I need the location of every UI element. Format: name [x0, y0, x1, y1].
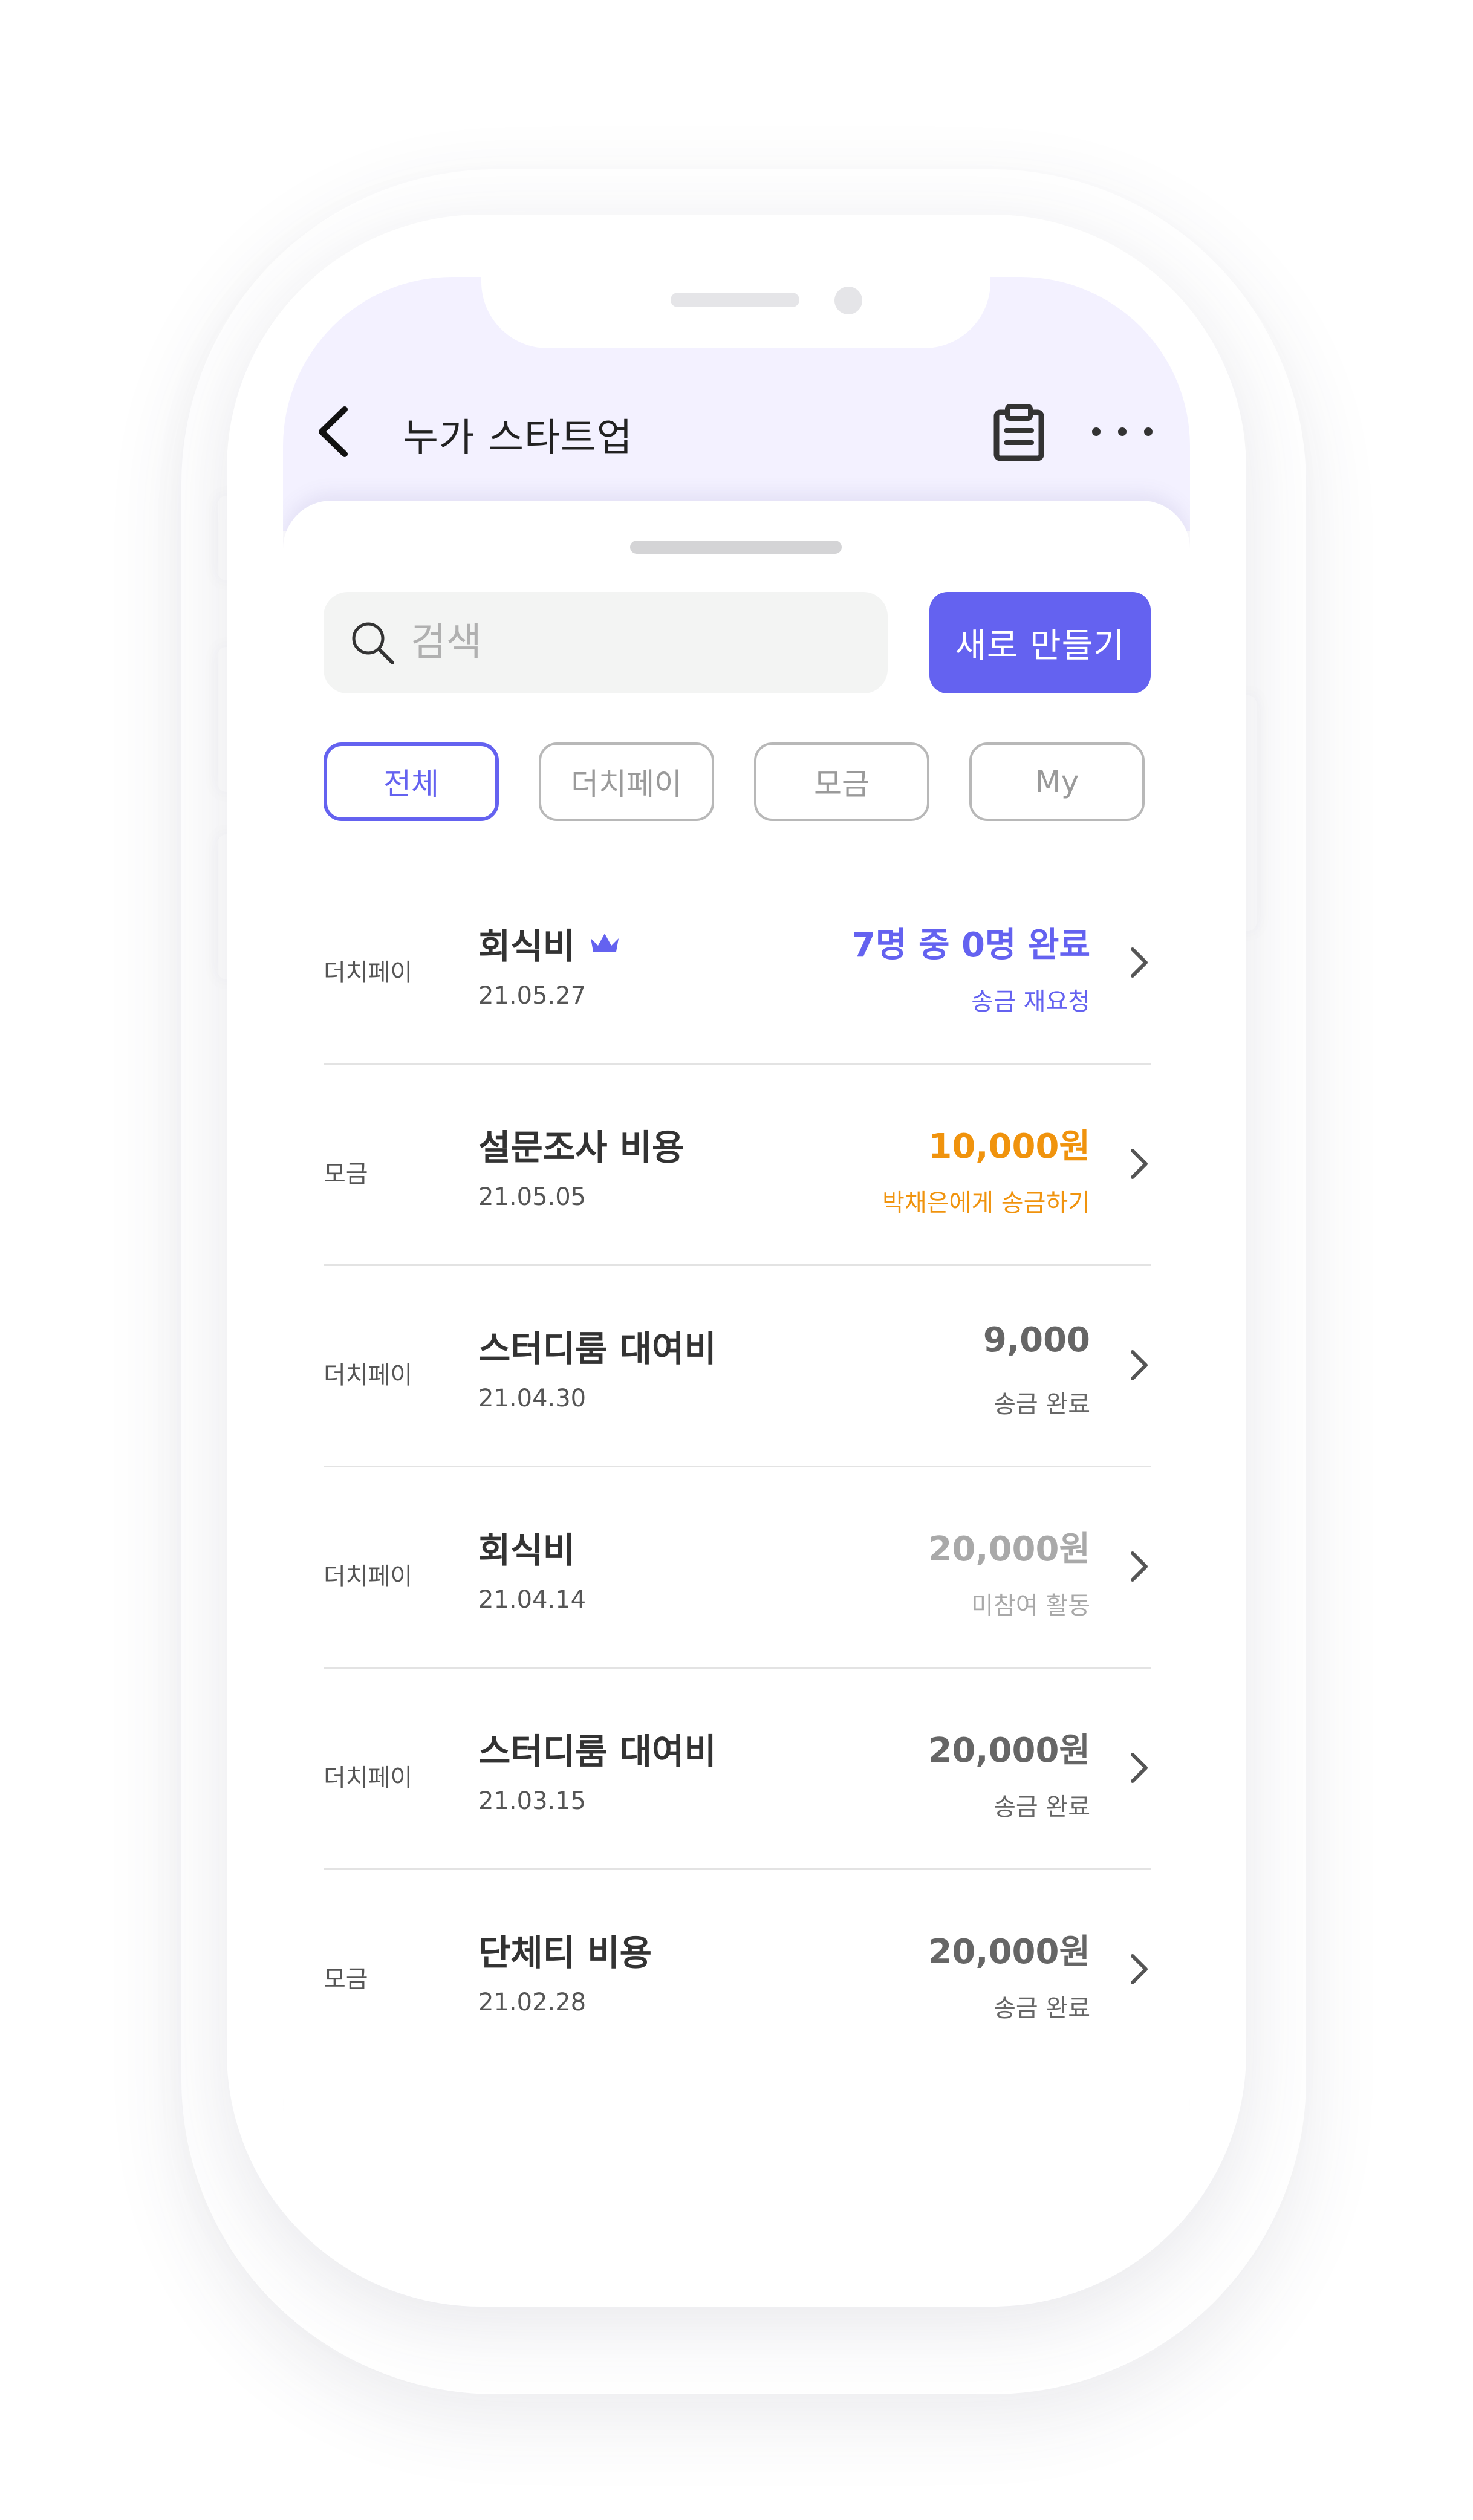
- item-date: 21.05.05: [478, 1183, 587, 1211]
- new-button[interactable]: 새로 만들기: [929, 592, 1151, 693]
- list-item[interactable]: 더치페이 스터디룸 대여비 21.03.15 20,000원 송금 완료: [324, 1669, 1151, 1870]
- chevron-left-icon: [319, 406, 348, 457]
- item-date: 21.02.28: [478, 1989, 587, 2016]
- back-button[interactable]: [314, 403, 357, 461]
- list-item[interactable]: 모금 단체티 비용 21.02.28 20,000원 송금 완료: [324, 1870, 1151, 2071]
- filter-tabs: 전체 더치페이 모금 My: [324, 742, 1151, 823]
- item-status[interactable]: 박채은에게 송금하기: [882, 1183, 1090, 1218]
- item-title: 회식비: [478, 1530, 576, 1571]
- chevron-right-icon: [1131, 1551, 1148, 1582]
- item-type: 더치페이: [324, 1362, 413, 1389]
- item-status: 송금 완료: [993, 1391, 1090, 1418]
- tab-all[interactable]: 전체: [324, 742, 499, 821]
- item-type: 모금: [324, 1160, 368, 1188]
- chevron-right-icon: [1131, 1753, 1148, 1783]
- tab-fundraising[interactable]: 모금: [754, 742, 929, 821]
- dot: [1118, 427, 1127, 436]
- chevron-right-icon: [1131, 947, 1148, 978]
- item-status: 송금 완료: [993, 1995, 1090, 2022]
- item-title: 회식비: [478, 926, 576, 967]
- item-title-wrap: 스터디룸 대여비: [478, 1723, 717, 1774]
- tab-my[interactable]: My: [969, 742, 1145, 821]
- search-bar[interactable]: [324, 592, 888, 693]
- bottom-sheet: 새로 만들기 전체 더치페이 모금 My 더치페이 회식비 21.05.27: [283, 501, 1190, 2278]
- page-title: 누가 스타트업: [403, 416, 633, 461]
- notch: [481, 277, 990, 348]
- item-status: 송금 완료: [993, 1793, 1090, 1821]
- search-input[interactable]: [409, 620, 835, 666]
- clipboard-icon: [993, 404, 1044, 461]
- item-title: 스터디룸 대여비: [478, 1328, 717, 1369]
- item-date: 21.05.27: [478, 982, 587, 1010]
- list-item[interactable]: 모금 설문조사 비용 21.05.05 10,000원 박채은에게 송금하기: [324, 1065, 1151, 1266]
- item-status: 미참여 활동: [971, 1592, 1090, 1620]
- item-amount: 20,000원: [928, 1530, 1090, 1569]
- tab-dutch-pay[interactable]: 더치페이: [539, 742, 714, 821]
- list-item[interactable]: 더치페이 회식비 21.04.14 20,000원 미참여 활동: [324, 1467, 1151, 1669]
- item-title: 스터디룸 대여비: [478, 1731, 717, 1772]
- screen: 누가 스타트업 검색 새로 만들기 전체 더치페이 모금 My 더치페이 회식비…: [283, 277, 1190, 2278]
- item-type: 더치페이: [324, 1764, 413, 1792]
- dot: [1144, 427, 1153, 436]
- item-amount: 9,000: [983, 1320, 1090, 1360]
- item-title: 설문조사 비용: [478, 1127, 684, 1168]
- phone-frame: 누가 스타트업 검색 새로 만들기 전체 더치페이 모금 My 더치페이 회식비…: [227, 215, 1246, 2307]
- crown-icon: [591, 934, 619, 952]
- item-type: 더치페이: [324, 959, 413, 987]
- item-title-wrap: 설문조사 비용: [478, 1119, 684, 1170]
- dot: [1092, 427, 1101, 436]
- item-amount: 10,000원: [928, 1127, 1090, 1166]
- item-title-wrap: 회식비: [478, 1522, 575, 1573]
- item-title-wrap: 스터디룸 대여비: [478, 1320, 717, 1371]
- clipboard-button[interactable]: [992, 404, 1046, 462]
- list-item[interactable]: 더치페이 회식비 21.05.27 7명 중 0명 완료 송금 재요청: [324, 863, 1151, 1065]
- chevron-right-icon: [1131, 1149, 1148, 1179]
- sheet-grabber[interactable]: [630, 541, 842, 554]
- item-type: 모금: [324, 1966, 368, 1993]
- item-amount: 7명 중 0명 완료: [851, 926, 1090, 965]
- more-options-icon[interactable]: [1092, 420, 1153, 444]
- item-title-wrap: 회식비: [478, 918, 621, 969]
- header-area: 누가 스타트업: [283, 277, 1190, 531]
- item-title: 단체티 비용: [478, 1932, 652, 1973]
- item-amount: 20,000원: [928, 1932, 1090, 1972]
- transaction-list: 더치페이 회식비 21.05.27 7명 중 0명 완료 송금 재요청 모금 설…: [324, 863, 1151, 2071]
- item-date: 21.04.14: [478, 1586, 587, 1614]
- item-date: 21.04.30: [478, 1385, 587, 1412]
- speaker: [671, 293, 799, 307]
- chevron-right-icon: [1131, 1954, 1148, 1984]
- item-status[interactable]: 송금 재요청: [971, 982, 1090, 1017]
- item-title-wrap: 단체티 비용: [478, 1924, 652, 1975]
- item-date: 21.03.15: [478, 1787, 587, 1815]
- search-icon: [352, 622, 394, 664]
- item-amount: 20,000원: [928, 1731, 1090, 1770]
- camera: [834, 287, 862, 314]
- list-item[interactable]: 더치페이 스터디룸 대여비 21.04.30 9,000 송금 완료: [324, 1266, 1151, 1467]
- chevron-right-icon: [1131, 1350, 1148, 1380]
- item-type: 더치페이: [324, 1563, 413, 1591]
